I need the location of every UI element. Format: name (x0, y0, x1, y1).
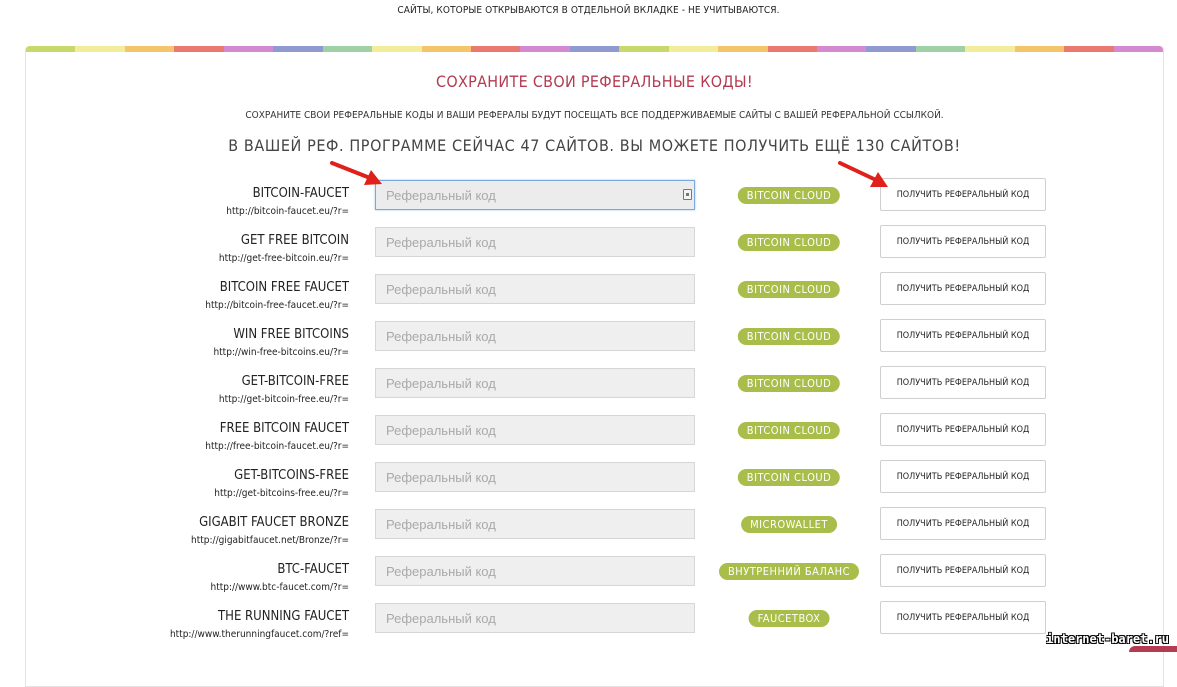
site-name: GET FREE BITCOIN (240, 233, 349, 248)
payout-badge: BITCOIN CLOUD (737, 328, 841, 345)
referral-code-input[interactable] (375, 603, 695, 633)
stripe-segment (965, 46, 1015, 52)
payout-badge: BITCOIN CLOUD (737, 234, 841, 251)
payout-badge: ВНУТРЕННИЙ БАЛАНС (719, 563, 859, 580)
site-name: GET-BITCOIN-FREE (241, 374, 349, 389)
sites-count-text: В ВАШЕЙ РЕФ. ПРОГРАММЕ СЕЙЧАС 47 САЙТОВ.… (228, 136, 961, 155)
stripe-segment (75, 46, 125, 52)
stripe-segment (421, 46, 471, 52)
site-url: http://win-free-bitcoins.eu/?r= (213, 347, 349, 358)
payout-badge: BITCOIN CLOUD (737, 187, 841, 204)
site-name: FREE BITCOIN FAUCET (219, 421, 349, 436)
color-stripe (26, 46, 1163, 52)
site-url: http://free-bitcoin-faucet.eu/?r= (205, 441, 349, 452)
top-notice: САЙТЫ, КОТОРЫЕ ОТКРЫВАЮТСЯ В ОТДЕЛЬНОЙ В… (397, 5, 780, 16)
referral-code-input[interactable] (375, 321, 695, 351)
site-name: BITCOIN-FAUCET (252, 186, 349, 201)
referral-code-input[interactable] (375, 227, 695, 257)
stripe-segment (767, 46, 817, 52)
payout-badge: FAUCETBOX (748, 610, 830, 627)
referral-code-input[interactable] (375, 462, 695, 492)
site-url: http://get-free-bitcoin.eu/?r= (218, 253, 349, 264)
stripe-segment (668, 46, 719, 52)
stripe-segment (322, 46, 373, 52)
referral-panel: СОХРАНИТЕ СВОИ РЕФЕРАЛЬНЫЕ КОДЫ! СОХРАНИ… (25, 46, 1164, 687)
get-referral-code-button[interactable]: ПОЛУЧИТЬ РЕФЕРАЛЬНЫЙ КОД (880, 225, 1046, 258)
stripe-segment (915, 46, 966, 52)
site-name: BITCOIN FREE FAUCET (219, 280, 349, 295)
site-name: GIGABIT FAUCET BRONZE (199, 515, 349, 530)
panel-subtitle: СОХРАНИТЕ СВОИ РЕФЕРАЛЬНЫЕ КОДЫ И ВАШИ Р… (245, 110, 944, 121)
panel-title: СОХРАНИТЕ СВОИ РЕФЕРАЛЬНЫЕ КОДЫ! (436, 72, 753, 91)
payout-badge: BITCOIN CLOUD (737, 469, 841, 486)
payout-badge: BITCOIN CLOUD (737, 375, 841, 392)
get-referral-code-button[interactable]: ПОЛУЧИТЬ РЕФЕРАЛЬНЫЙ КОД (880, 319, 1046, 352)
watermark: internet-baret.ru (1046, 632, 1169, 646)
stripe-segment (817, 46, 867, 52)
site-row: THE RUNNING FAUCET http://www.therunning… (26, 601, 1163, 656)
stripe-segment (273, 46, 323, 52)
site-url: http://get-bitcoin-free.eu/?r= (218, 394, 349, 405)
site-name: WIN FREE BITCOINS (233, 327, 349, 342)
stripe-segment (1014, 46, 1065, 52)
get-referral-code-button[interactable]: ПОЛУЧИТЬ РЕФЕРАЛЬНЫЙ КОД (880, 413, 1046, 446)
get-referral-code-button[interactable]: ПОЛУЧИТЬ РЕФЕРАЛЬНЫЙ КОД (880, 460, 1046, 493)
site-url: http://www.therunningfaucet.com/?ref= (169, 629, 349, 640)
referral-code-input[interactable] (375, 509, 695, 539)
payout-badge: BITCOIN CLOUD (737, 422, 841, 439)
stripe-segment (470, 46, 521, 52)
stripe-segment (26, 46, 76, 52)
stripe-segment (1113, 46, 1163, 52)
referral-code-input[interactable] (375, 274, 695, 304)
stripe-segment (718, 46, 768, 52)
stripe-segment (866, 46, 916, 52)
stripe-segment (124, 46, 175, 52)
site-url: http://gigabitfaucet.net/Bronze/?r= (191, 535, 349, 546)
get-referral-code-button[interactable]: ПОЛУЧИТЬ РЕФЕРАЛЬНЫЙ КОД (880, 601, 1046, 634)
referral-code-input[interactable] (375, 556, 695, 586)
referral-code-input[interactable] (375, 415, 695, 445)
corner-accent (1129, 646, 1177, 652)
stripe-segment (520, 46, 570, 52)
stripe-segment (1064, 46, 1114, 52)
site-name: BTC-FAUCET (277, 562, 349, 577)
site-url: http://get-bitcoins-free.eu/?r= (214, 488, 349, 499)
password-key-icon[interactable] (683, 189, 692, 200)
site-url: http://bitcoin-faucet.eu/?r= (226, 206, 349, 217)
referral-code-input[interactable] (375, 368, 695, 398)
site-name: THE RUNNING FAUCET (218, 609, 349, 624)
stripe-segment (619, 46, 669, 52)
get-referral-code-button[interactable]: ПОЛУЧИТЬ РЕФЕРАЛЬНЫЙ КОД (880, 366, 1046, 399)
site-url: http://www.btc-faucet.com/?r= (210, 582, 349, 593)
get-referral-code-button[interactable]: ПОЛУЧИТЬ РЕФЕРАЛЬНЫЙ КОД (880, 507, 1046, 540)
referral-code-input[interactable] (375, 180, 695, 210)
stripe-segment (174, 46, 224, 52)
site-url: http://bitcoin-free-faucet.eu/?r= (205, 300, 349, 311)
stripe-segment (223, 46, 274, 52)
stripe-segment (372, 46, 422, 52)
get-referral-code-button[interactable]: ПОЛУЧИТЬ РЕФЕРАЛЬНЫЙ КОД (880, 178, 1046, 211)
site-name: GET-BITCOINS-FREE (234, 468, 349, 483)
payout-badge: MICROWALLET (741, 516, 837, 533)
stripe-segment (569, 46, 620, 52)
get-referral-code-button[interactable]: ПОЛУЧИТЬ РЕФЕРАЛЬНЫЙ КОД (880, 272, 1046, 305)
payout-badge: BITCOIN CLOUD (737, 281, 841, 298)
get-referral-code-button[interactable]: ПОЛУЧИТЬ РЕФЕРАЛЬНЫЙ КОД (880, 554, 1046, 587)
